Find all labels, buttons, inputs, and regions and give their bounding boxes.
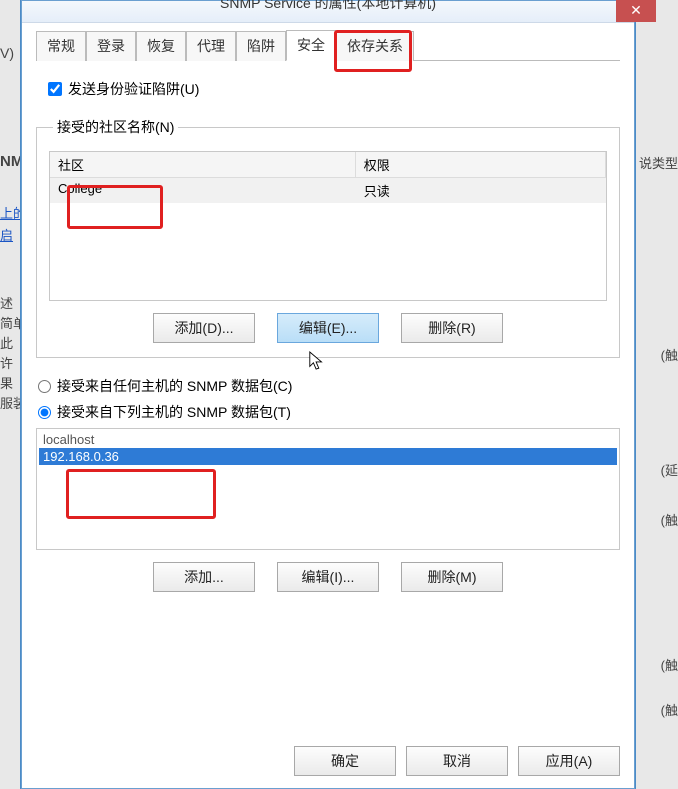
bg-text: 此	[0, 333, 13, 352]
titlebar[interactable]: SNMP Service 的属性(本地计算机)	[22, 1, 634, 23]
community-add-button[interactable]: 添加(D)...	[153, 313, 255, 343]
send-auth-trap-label: 发送身份验证陷阱(U)	[68, 79, 199, 99]
accept-these-row: 接受来自下列主机的 SNMP 数据包(T)	[38, 402, 620, 422]
accept-any-radio[interactable]	[38, 380, 51, 393]
bg-text: (触	[661, 700, 678, 719]
send-auth-trap-checkbox[interactable]	[48, 82, 62, 96]
host-edit-button[interactable]: 编辑(I)...	[277, 562, 379, 592]
col-permission[interactable]: 权限	[356, 152, 606, 177]
tab-recovery[interactable]: 恢复	[136, 31, 186, 61]
community-row[interactable]: College 只读	[50, 178, 606, 203]
bg-text: (延	[661, 460, 678, 479]
properties-dialog: SNMP Service 的属性(本地计算机) ✕ 常规 登录 恢复 代理 陷阱…	[21, 0, 635, 789]
accept-any-row: 接受来自任何主机的 SNMP 数据包(C)	[38, 376, 620, 396]
communities-legend: 接受的社区名称(N)	[53, 117, 178, 137]
bg-text: 述	[0, 293, 13, 312]
communities-listview[interactable]: 社区 权限 College 只读	[49, 151, 607, 301]
host-add-button[interactable]: 添加...	[153, 562, 255, 592]
communities-group: 接受的社区名称(N) 社区 权限 College 只读 添加(D)... 编辑(…	[36, 117, 620, 358]
community-permission-cell: 只读	[356, 178, 606, 203]
col-community[interactable]: 社区	[50, 152, 356, 177]
host-remove-button[interactable]: 删除(M)	[401, 562, 503, 592]
apply-button[interactable]: 应用(A)	[518, 746, 620, 776]
bg-text: 许	[0, 353, 13, 372]
bg-text: V)	[0, 45, 14, 61]
cancel-button[interactable]: 取消	[406, 746, 508, 776]
bg-text: 说类型	[639, 153, 678, 172]
bg-text: (触	[661, 655, 678, 674]
dialog-body: 常规 登录 恢复 代理 陷阱 安全 依存关系 发送身份验证陷阱(U) 接受的社区…	[22, 23, 634, 788]
tab-security[interactable]: 安全	[286, 30, 336, 61]
communities-header: 社区 权限	[50, 152, 606, 178]
accept-these-radio[interactable]	[38, 406, 51, 419]
hosts-listbox[interactable]: localhost 192.168.0.36	[36, 428, 620, 550]
ok-button[interactable]: 确定	[294, 746, 396, 776]
community-name-cell: College	[50, 178, 356, 203]
tab-general[interactable]: 常规	[36, 31, 86, 61]
community-edit-button[interactable]: 编辑(E)...	[277, 313, 379, 343]
bg-text: NM	[0, 153, 23, 170]
tab-logon[interactable]: 登录	[86, 31, 136, 61]
accept-any-label: 接受来自任何主机的 SNMP 数据包(C)	[57, 376, 292, 396]
bg-text: (触	[661, 345, 678, 364]
bg-link: 启	[0, 225, 13, 244]
accept-these-label: 接受来自下列主机的 SNMP 数据包(T)	[57, 402, 291, 422]
communities-buttons: 添加(D)... 编辑(E)... 删除(R)	[49, 313, 607, 343]
close-button[interactable]: ✕	[616, 0, 656, 22]
hosts-buttons: 添加... 编辑(I)... 删除(M)	[36, 562, 620, 592]
window-title: SNMP Service 的属性(本地计算机)	[220, 0, 436, 11]
close-icon: ✕	[630, 2, 642, 18]
host-item-selected[interactable]: 192.168.0.36	[39, 448, 617, 465]
bg-text: (触	[661, 510, 678, 529]
tab-agent[interactable]: 代理	[186, 31, 236, 61]
send-auth-trap-row: 发送身份验证陷阱(U)	[48, 79, 620, 99]
dialog-footer: 确定 取消 应用(A)	[294, 746, 620, 776]
tab-dependencies[interactable]: 依存关系	[336, 31, 414, 61]
tab-trap[interactable]: 陷阱	[236, 31, 286, 61]
community-remove-button[interactable]: 删除(R)	[401, 313, 503, 343]
host-item[interactable]: localhost	[39, 431, 617, 448]
tabstrip: 常规 登录 恢复 代理 陷阱 安全 依存关系	[36, 33, 620, 61]
bg-text: 果	[0, 373, 13, 392]
